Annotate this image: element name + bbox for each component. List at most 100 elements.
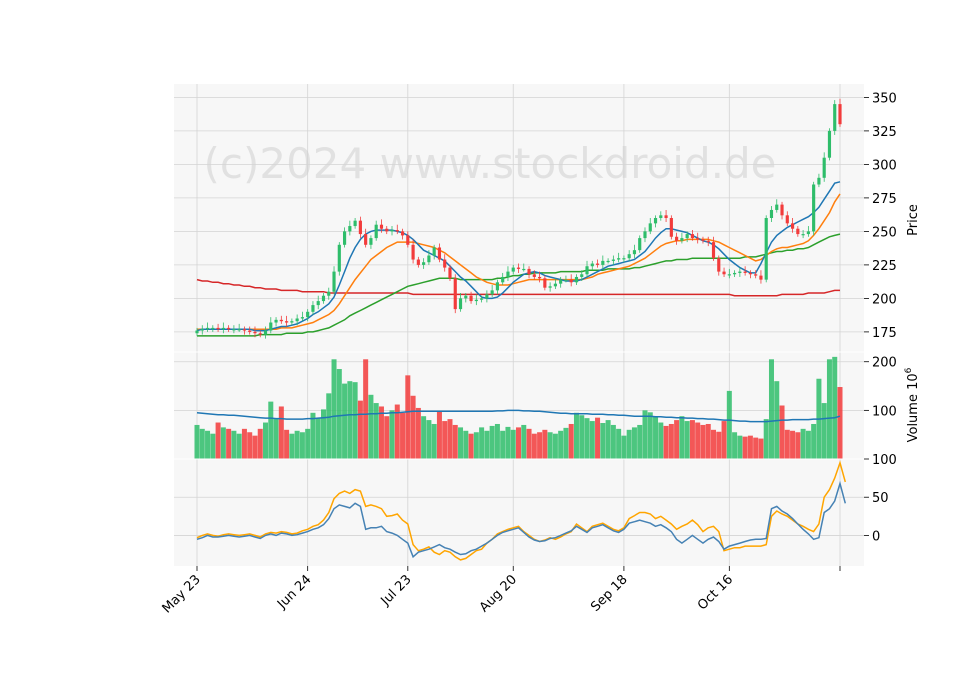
- volume-bar: [526, 428, 532, 459]
- volume-bar: [231, 430, 237, 459]
- price-tick-label: 325: [872, 125, 897, 140]
- candle-body: [300, 317, 304, 319]
- candle-body: [353, 220, 357, 227]
- volume-bar: [342, 383, 348, 459]
- candle-body: [211, 327, 215, 330]
- volume-bar: [742, 436, 748, 459]
- volume-bar: [257, 428, 263, 459]
- volume-bar: [505, 426, 511, 459]
- volume-bar: [721, 421, 727, 459]
- candle-body: [258, 333, 262, 335]
- date-tick-label: May 23: [160, 572, 204, 616]
- volume-bar: [405, 375, 411, 459]
- volume-bar: [284, 429, 290, 459]
- candle-body: [385, 228, 389, 232]
- price-tick-label: 300: [872, 158, 897, 173]
- volume-bar: [790, 430, 796, 459]
- candle-body: [564, 279, 568, 281]
- candle-body: [812, 184, 816, 232]
- candle-body: [785, 215, 789, 224]
- panel-indicator-background: [174, 459, 864, 566]
- volume-bar: [515, 427, 522, 459]
- candle-body: [648, 223, 652, 232]
- candle-body: [727, 274, 731, 276]
- date-tick-label: Jun 24: [274, 572, 314, 612]
- candle-body: [680, 238, 684, 241]
- candle-body: [827, 130, 832, 158]
- candle-body: [269, 322, 273, 331]
- volume-bar: [447, 419, 453, 459]
- candle-body: [759, 275, 763, 280]
- volume-bar: [489, 425, 495, 459]
- candle-body: [290, 321, 294, 323]
- volume-bar: [510, 429, 516, 459]
- volume-bar: [579, 415, 585, 459]
- volume-bar: [531, 433, 537, 459]
- volume-bar: [705, 423, 711, 459]
- candle-body: [416, 259, 420, 265]
- volume-bar: [278, 406, 284, 459]
- volume-bar: [621, 435, 627, 459]
- volume-bar: [547, 432, 553, 459]
- candle-body: [743, 271, 747, 273]
- panel-price-background: [174, 84, 864, 352]
- volume-bar: [811, 423, 817, 459]
- candle-body: [490, 290, 494, 295]
- candle-body: [669, 218, 673, 237]
- volume-bar: [452, 424, 458, 459]
- volume-bar: [573, 412, 579, 459]
- volume-bar: [758, 438, 764, 459]
- volume-bar: [768, 359, 774, 459]
- volume-bar: [679, 416, 685, 459]
- candle-body: [833, 104, 837, 131]
- date-tick-label: Aug 20: [477, 572, 520, 615]
- volume-bar: [458, 427, 464, 459]
- volume-bar: [331, 359, 337, 459]
- candle-body: [242, 329, 247, 331]
- volume-bar: [442, 421, 448, 459]
- candle-body: [221, 327, 225, 330]
- candle-body: [606, 260, 610, 263]
- candle-body: [279, 319, 283, 322]
- candle-body: [638, 238, 642, 251]
- candle-body: [696, 238, 700, 240]
- volume-axis-label: Volume 106: [904, 367, 921, 442]
- candle-body: [643, 231, 647, 239]
- volume-bar: [484, 430, 490, 459]
- volume-tick-label: 100: [872, 404, 897, 419]
- volume-bar: [747, 435, 753, 459]
- candle-body: [559, 279, 563, 284]
- volume-bar: [663, 425, 669, 459]
- volume-bar: [542, 429, 548, 459]
- candle-body: [580, 274, 584, 277]
- volume-bar: [626, 429, 632, 459]
- volume-exponent: 6: [904, 367, 914, 373]
- candle-body: [379, 224, 384, 229]
- candle-body: [390, 230, 394, 232]
- volume-bar: [800, 428, 806, 459]
- candle-body: [485, 294, 489, 299]
- candle-body: [706, 240, 710, 243]
- candle-body: [822, 157, 826, 178]
- volume-bar: [426, 420, 432, 459]
- volume-bar: [684, 421, 690, 459]
- candle-body: [690, 234, 695, 239]
- candle-body: [754, 274, 758, 276]
- candle-body: [495, 282, 499, 291]
- volume-bar: [584, 418, 590, 459]
- volume-bar: [252, 435, 258, 459]
- candle-body: [458, 298, 463, 310]
- volume-bar: [352, 382, 358, 459]
- volume-bar: [410, 395, 416, 459]
- candle-body: [516, 267, 521, 269]
- volume-bar: [647, 412, 653, 459]
- candle-body: [321, 295, 326, 302]
- volume-bar: [378, 406, 384, 459]
- volume-bar: [415, 407, 421, 459]
- candle-body: [332, 271, 336, 292]
- candle-body: [443, 259, 447, 268]
- candle-body: [659, 215, 663, 218]
- candle-body: [553, 283, 557, 287]
- candle-body: [590, 263, 594, 267]
- candle-body: [627, 254, 631, 259]
